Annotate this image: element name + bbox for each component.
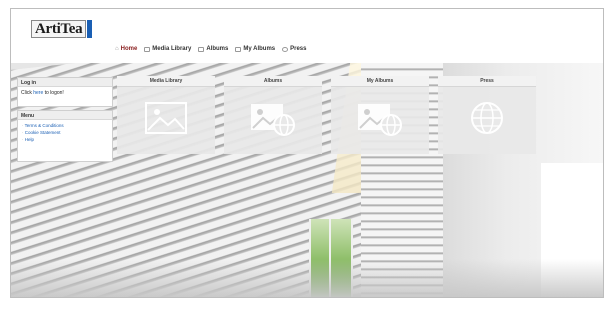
login-box: Log in Click here to logon! <box>17 77 113 107</box>
login-text: Click here to logon! <box>18 87 112 99</box>
my-albums-icon <box>235 46 242 52</box>
albums-icon <box>198 46 205 52</box>
nav-media-library-label: Media Library <box>152 46 192 52</box>
nav-home-label: Home <box>120 46 138 52</box>
logo-mark <box>87 20 93 38</box>
menu-box: Menu Terms & Conditions Cookie Statement… <box>17 110 113 162</box>
nav-media-library[interactable]: Media Library <box>144 46 191 52</box>
nav-albums[interactable]: Albums <box>198 46 228 52</box>
menu-title: Menu <box>18 111 112 120</box>
tile-media-library[interactable]: Media Library <box>117 76 215 154</box>
logo-text: ArtiTea <box>31 20 87 38</box>
menu-list: Terms & Conditions Cookie Statement Help <box>18 120 112 145</box>
login-text-after: to logon! <box>43 90 64 96</box>
login-link[interactable]: here <box>33 90 43 96</box>
nav-albums-label: Albums <box>206 46 229 52</box>
home-icon: ⌂ <box>115 46 119 52</box>
login-text-before: Click <box>21 90 34 96</box>
menu-item-terms[interactable]: Terms & Conditions <box>22 122 108 129</box>
globe-icon <box>462 98 512 138</box>
tile-title: Albums <box>224 76 322 87</box>
login-title: Log in <box>18 78 112 87</box>
tile-title: My Albums <box>331 76 429 87</box>
tile-my-albums[interactable]: My Albums <box>331 76 429 154</box>
image-icon <box>141 98 191 138</box>
app-frame: ArtiTea ⌂ Home Media Library Albums My A… <box>10 8 604 298</box>
nav-my-albums-label: My Albums <box>243 46 276 52</box>
tile-press[interactable]: Press <box>438 76 536 154</box>
floor <box>11 259 603 297</box>
nav-press-label: Press <box>290 46 307 52</box>
tile-albums[interactable]: Albums <box>224 76 322 154</box>
media-icon <box>144 46 151 52</box>
image-globe-icon <box>248 98 298 138</box>
menu-item-cookie[interactable]: Cookie Statement <box>22 129 108 136</box>
tile-title: Press <box>438 76 536 87</box>
nav-home[interactable]: ⌂ Home <box>115 46 137 52</box>
menu-item-help[interactable]: Help <box>22 136 108 143</box>
press-icon <box>282 46 289 52</box>
main-nav: ⌂ Home Media Library Albums My Albums Pr… <box>115 46 306 52</box>
nav-press[interactable]: Press <box>282 46 306 52</box>
logo[interactable]: ArtiTea <box>31 20 93 38</box>
tile-title: Media Library <box>117 76 215 87</box>
image-globe-icon <box>355 98 405 138</box>
nav-my-albums[interactable]: My Albums <box>235 46 275 52</box>
